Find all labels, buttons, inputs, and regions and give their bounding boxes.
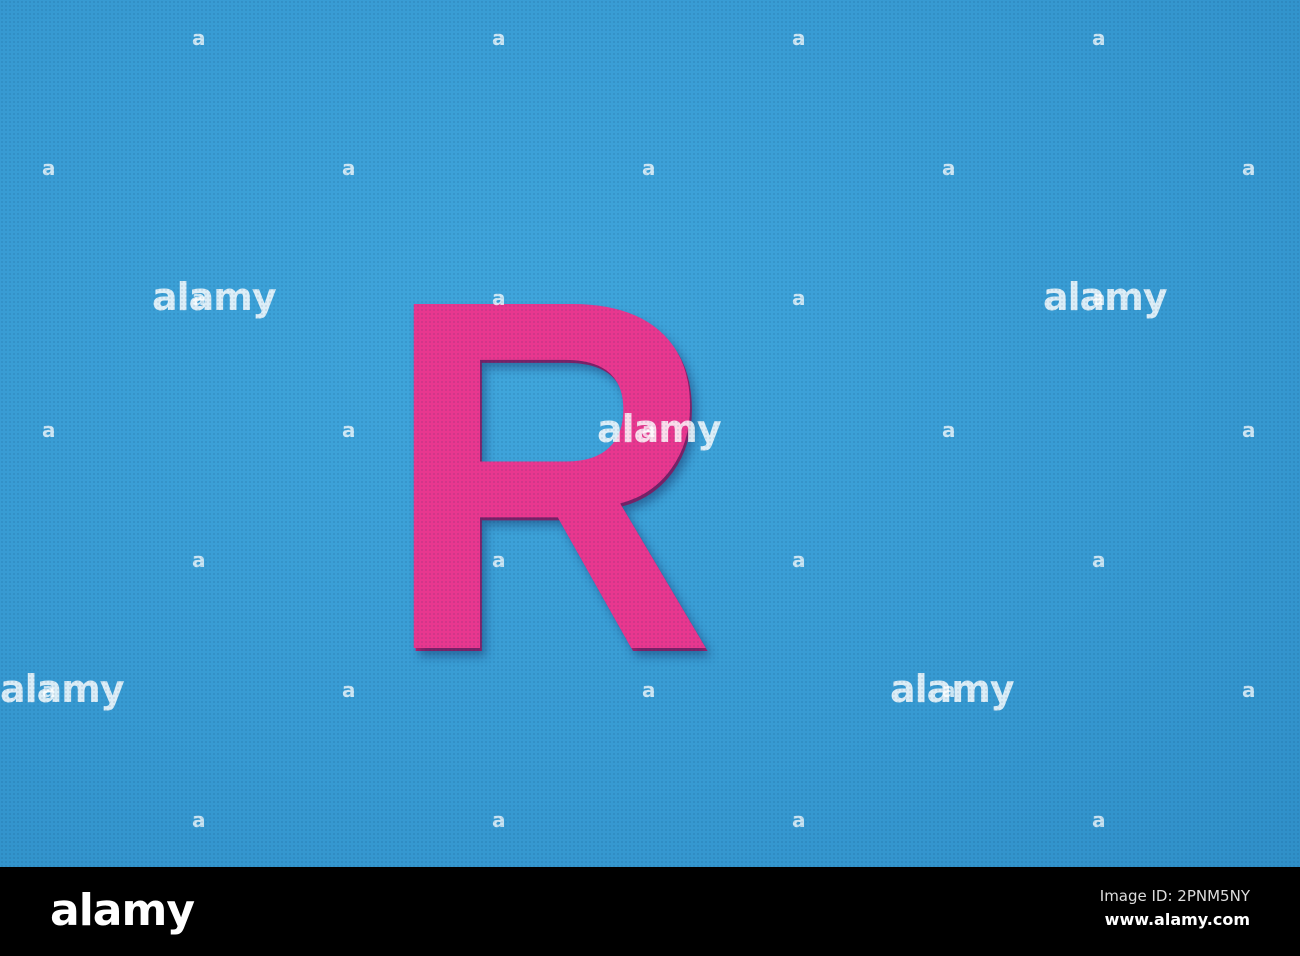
watermark-mark: a [942, 418, 956, 442]
watermark-mark: a [42, 418, 56, 442]
watermark-mark: a [42, 156, 56, 180]
watermark-mark: a [42, 678, 56, 702]
watermark-mark: a [192, 286, 206, 310]
footer-bar: alamy Image ID: 2PNM5NY www.alamy.com [0, 867, 1300, 956]
watermark-mark: a [492, 26, 506, 50]
watermark: alamy [0, 667, 125, 711]
watermark: alamy [152, 275, 277, 319]
watermark-mark: a [942, 678, 956, 702]
watermark-mark: a [492, 286, 506, 310]
watermark: alamy [1043, 275, 1168, 319]
watermark-mark: a [942, 156, 956, 180]
watermark-mark: a [192, 548, 206, 572]
image-id: Image ID: 2PNM5NY [1099, 887, 1250, 905]
website-url: www.alamy.com [1104, 910, 1250, 929]
watermark-mark: a [1242, 418, 1256, 442]
watermark: alamy [890, 667, 1015, 711]
watermark-mark: a [192, 26, 206, 50]
watermark-mark: a [792, 26, 806, 50]
watermark-mark: a [492, 808, 506, 832]
watermark-mark: a [1242, 156, 1256, 180]
watermark-mark: a [1092, 26, 1106, 50]
alamy-logo: alamy [50, 885, 195, 936]
watermark-mark: a [642, 156, 656, 180]
watermark-mark: a [342, 156, 356, 180]
watermark-mark: a [792, 808, 806, 832]
watermark-mark: a [792, 286, 806, 310]
watermark-mark: a [1092, 548, 1106, 572]
watermark: alamy [597, 407, 722, 451]
pink-letter-r: R [383, 195, 716, 754]
watermark-mark: a [342, 678, 356, 702]
watermark-mark: a [192, 808, 206, 832]
watermark-mark: a [492, 548, 506, 572]
watermark-mark: a [642, 418, 656, 442]
photo: R alamy alamy alamy alamy alamy a a a a a a a a a a a a a… [0, 0, 1300, 867]
watermark-mark: a [1092, 808, 1106, 832]
watermark-mark: a [342, 418, 356, 442]
watermark-mark: a [792, 548, 806, 572]
watermark-mark: a [1242, 678, 1256, 702]
watermark-mark: a [642, 678, 656, 702]
watermark-mark: a [1092, 286, 1106, 310]
